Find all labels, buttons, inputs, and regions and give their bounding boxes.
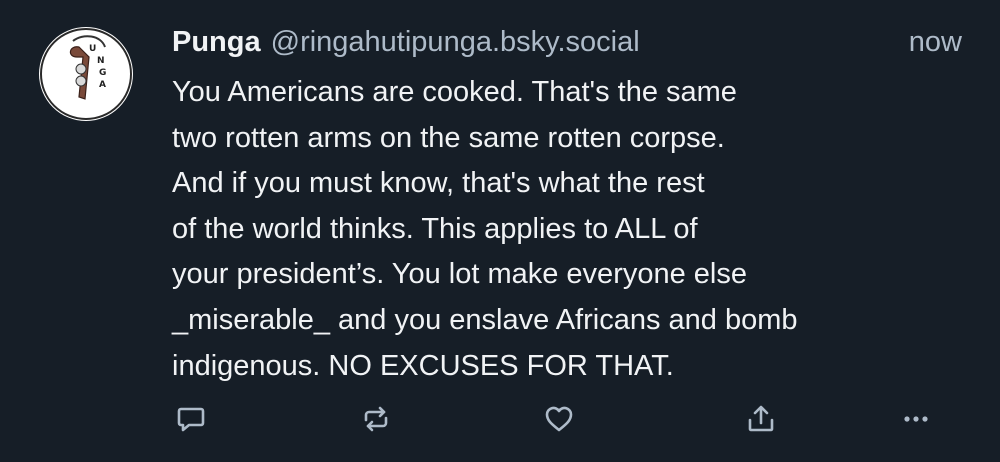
more-options-button[interactable] <box>893 396 939 442</box>
repost-arrows-icon <box>364 406 388 432</box>
heart-icon <box>545 406 573 432</box>
author-avatar[interactable]: N G A U <box>39 27 133 121</box>
post-timestamp[interactable]: now <box>909 26 962 59</box>
svg-text:G: G <box>99 68 106 78</box>
author-handle[interactable]: @ringahutipunga.bsky.social <box>271 26 640 59</box>
post-actions <box>160 396 980 442</box>
svg-text:N: N <box>97 56 105 66</box>
like-button[interactable] <box>536 396 582 442</box>
post-text: You Americans are cooked. That's the sam… <box>172 76 798 382</box>
svg-text:U: U <box>89 44 96 54</box>
author-display-name[interactable]: Punga <box>172 26 261 59</box>
share-button[interactable] <box>738 396 784 442</box>
ellipsis-icon <box>904 416 928 422</box>
repost-button[interactable] <box>353 396 399 442</box>
post-card[interactable]: N G A U Punga @ringahutipunga.bsky.socia… <box>0 0 1000 462</box>
post-header: Punga @ringahutipunga.bsky.social now <box>172 22 962 62</box>
speech-bubble-icon <box>177 407 205 432</box>
punga-logo-icon: N G A U <box>40 28 132 120</box>
share-upload-icon <box>748 405 774 432</box>
svg-text:A: A <box>99 80 106 90</box>
reply-button[interactable] <box>168 396 214 442</box>
